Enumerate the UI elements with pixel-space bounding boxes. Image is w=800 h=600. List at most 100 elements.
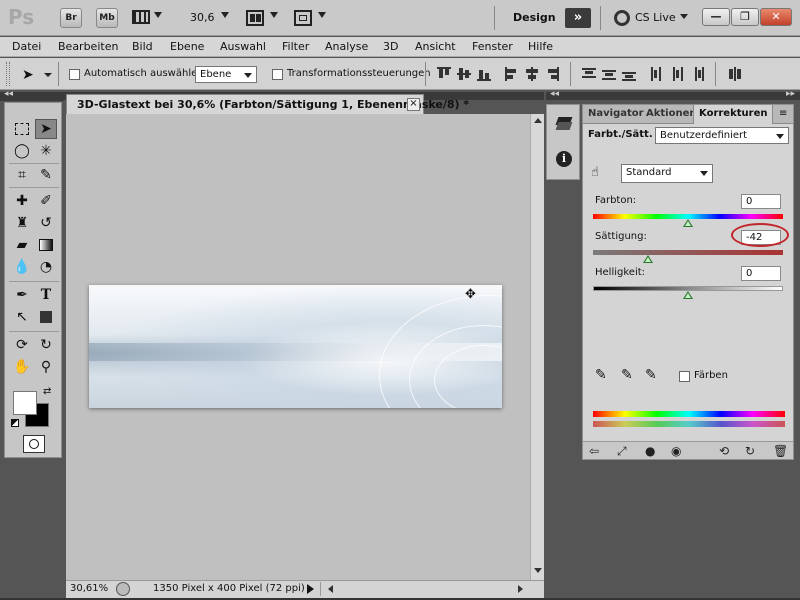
zoom-level[interactable]: 30,6 [190,11,215,24]
auto-select-dropdown[interactable]: Ebene [195,66,257,83]
visibility-eye-icon[interactable]: ◉ [671,444,681,458]
crop-tool-icon[interactable]: ⌗ [11,165,33,185]
align-right-icon[interactable] [545,67,559,81]
blur-tool-icon[interactable]: 💧 [11,257,33,277]
shape-tool-icon[interactable] [35,307,57,327]
clone-stamp-tool-icon[interactable]: ♜ [11,213,33,233]
swap-colors-icon[interactable]: ⇄ [43,386,51,397]
screen-mode-icon[interactable] [294,10,312,26]
arrange-documents-icon[interactable] [246,10,264,26]
zoom-status[interactable]: 30,61% [70,583,108,594]
extras-icon[interactable] [132,10,150,24]
menu-datei[interactable]: Datei [12,40,41,53]
close-icon[interactable]: × [407,98,420,111]
lightness-input[interactable]: 0 [741,266,781,281]
back-arrow-icon[interactable]: ⇦ [589,444,599,458]
chevron-down-icon[interactable] [44,73,52,77]
magic-wand-tool-icon[interactable]: ✳ [35,141,57,161]
menu-bild[interactable]: Bild [132,40,153,53]
colorize-checkbox[interactable] [679,371,690,382]
history-brush-tool-icon[interactable]: ↺ [35,213,57,233]
gradient-tool-icon[interactable] [35,235,57,255]
menu-fenster[interactable]: Fenster [472,40,513,53]
3d-orbit-tool-icon[interactable]: ↻ [35,335,57,355]
menu-ansicht[interactable]: Ansicht [415,40,456,53]
document-tab[interactable]: 3D-Glastext bei 30,6% (Farbton/Sättigung… [66,94,469,114]
panel-menu-icon[interactable]: ≡ [779,108,787,119]
hue-input[interactable]: 0 [741,194,781,209]
auto-align-icon[interactable] [728,67,742,81]
info-icon[interactable]: i [556,151,572,167]
dodge-tool-icon[interactable]: ◔ [35,257,57,277]
document-image[interactable]: ✥ [89,285,502,408]
scroll-left-icon[interactable] [328,585,333,593]
hand-tool-icon[interactable]: ✋ [11,357,33,377]
menu-bearbeiten[interactable]: Bearbeiten [58,40,118,53]
menu-analyse[interactable]: Analyse [325,40,368,53]
quick-mask-button[interactable] [23,435,45,453]
scroll-right-icon[interactable] [518,585,523,593]
targeted-adjustment-icon[interactable]: ☝ [591,165,599,180]
align-vcenter-icon[interactable] [457,67,471,81]
menu-filter[interactable]: Filter [282,40,309,53]
cslive-label[interactable]: CS Live [635,11,676,24]
chevron-down-icon[interactable] [221,12,229,18]
move-tool-icon[interactable]: ➤ [22,67,34,83]
menu-hilfe[interactable]: Hilfe [528,40,553,53]
distribute-right-icon[interactable] [690,67,704,81]
path-selection-tool-icon[interactable]: ↖ [11,307,33,327]
transform-controls-checkbox[interactable] [272,69,283,80]
eraser-tool-icon[interactable]: ▰ [11,235,33,255]
distribute-top-icon[interactable] [582,67,596,81]
channel-dropdown[interactable]: Standard [621,164,713,183]
3d-rotate-tool-icon[interactable]: ⟳ [11,335,33,355]
workspace-more-button[interactable]: » [565,8,591,28]
zoom-tool-icon[interactable]: ⚲ [35,357,57,377]
panel-collapse-strip[interactable]: ◂◂ ▸▸ [546,89,800,100]
status-info-icon[interactable] [116,582,130,596]
scroll-down-icon[interactable] [534,568,542,573]
align-left-icon[interactable] [505,67,519,81]
menu-3d[interactable]: 3D [383,40,398,53]
restore-button[interactable]: ❐ [731,8,759,26]
type-tool-icon[interactable]: T [35,285,57,305]
auto-select-checkbox[interactable] [69,69,80,80]
bridge-button[interactable]: Br [60,8,82,28]
pen-tool-icon[interactable]: ✒ [11,285,33,305]
align-hcenter-icon[interactable] [525,67,539,81]
vertical-scrollbar[interactable] [530,114,544,580]
marquee-tool-icon[interactable] [11,119,33,139]
foreground-color-swatch[interactable] [13,391,37,415]
workspace-label[interactable]: Design [513,11,556,24]
toolbar-collapse-strip[interactable]: ◂◂ [0,89,64,101]
lightness-slider-thumb[interactable] [683,291,693,299]
default-colors-icon[interactable] [11,419,19,427]
menu-auswahl[interactable]: Auswahl [220,40,266,53]
layers-icon[interactable] [555,117,573,131]
minimize-button[interactable]: — [702,8,730,26]
healing-brush-tool-icon[interactable]: ✚ [11,191,33,211]
chevron-down-icon[interactable] [270,12,278,18]
cslive-icon[interactable] [614,10,630,26]
preset-dropdown[interactable]: Benutzerdefiniert [655,127,789,144]
align-top-icon[interactable] [437,67,451,81]
eyedropper-minus-icon[interactable]: ✎ [645,367,657,383]
move-tool-icon[interactable]: ➤ [35,119,57,139]
eyedropper-plus-icon[interactable]: ✎ [621,367,633,383]
expand-view-icon[interactable]: ⤢ [617,444,627,459]
brush-tool-icon[interactable]: ✐ [35,191,57,211]
saturation-slider-thumb[interactable] [643,255,654,263]
saturation-slider[interactable] [593,250,783,255]
grip-handle[interactable] [6,62,10,86]
align-bottom-icon[interactable] [477,67,491,81]
tab-korrekturen[interactable]: Korrekturen [693,105,774,124]
chevron-down-icon[interactable] [680,14,688,19]
distribute-left-icon[interactable] [650,67,664,81]
eyedropper-icon[interactable]: ✎ [595,367,607,383]
hue-slider-thumb[interactable] [683,219,693,227]
lasso-tool-icon[interactable]: ◯ [11,141,33,161]
trash-icon[interactable]: 🗑 [773,444,788,458]
view-previous-icon[interactable]: ⟲ [719,444,729,458]
chevron-down-icon[interactable] [154,12,162,18]
menu-ebene[interactable]: Ebene [170,40,204,53]
